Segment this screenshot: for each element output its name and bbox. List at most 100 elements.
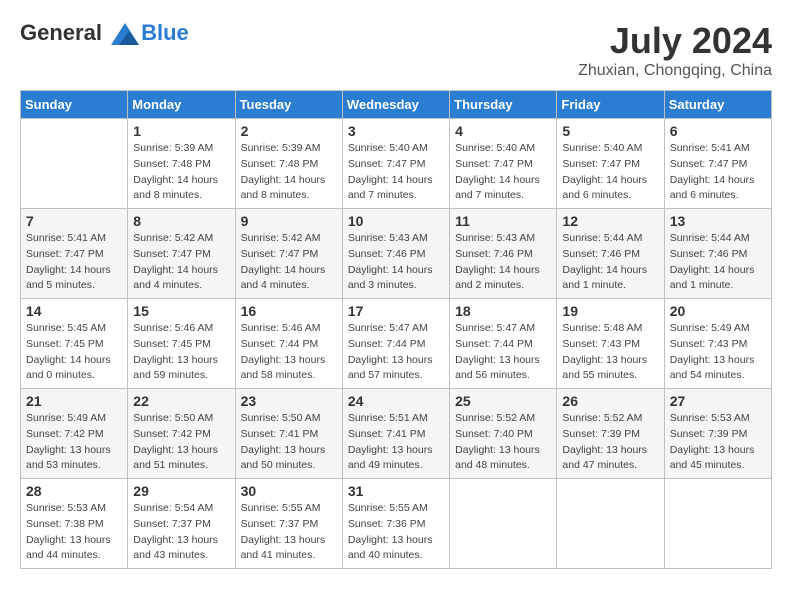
day-info: Sunrise: 5:40 AM Sunset: 7:47 PM Dayligh… [455, 141, 551, 204]
daylight: Daylight: 14 hours and 2 minutes. [455, 263, 551, 295]
sunrise: Sunrise: 5:51 AM [348, 411, 444, 427]
day-number: 15 [133, 303, 229, 319]
sunrise: Sunrise: 5:41 AM [26, 231, 122, 247]
sunset: Sunset: 7:46 PM [562, 247, 658, 263]
sunset: Sunset: 7:44 PM [241, 337, 337, 353]
header-thursday: Thursday [450, 91, 557, 119]
day-number: 13 [670, 213, 766, 229]
day-info: Sunrise: 5:46 AM Sunset: 7:44 PM Dayligh… [241, 321, 337, 384]
sunset: Sunset: 7:48 PM [241, 157, 337, 173]
sunrise: Sunrise: 5:53 AM [670, 411, 766, 427]
sunrise: Sunrise: 5:40 AM [455, 141, 551, 157]
day-info: Sunrise: 5:42 AM Sunset: 7:47 PM Dayligh… [133, 231, 229, 294]
calendar-cell: 17 Sunrise: 5:47 AM Sunset: 7:44 PM Dayl… [342, 299, 449, 389]
sunset: Sunset: 7:39 PM [670, 427, 766, 443]
title-section: July 2024 Zhuxian, Chongqing, China [578, 20, 772, 80]
day-number: 3 [348, 123, 444, 139]
day-info: Sunrise: 5:39 AM Sunset: 7:48 PM Dayligh… [133, 141, 229, 204]
daylight: Daylight: 13 hours and 41 minutes. [241, 533, 337, 565]
calendar-week-5: 28 Sunrise: 5:53 AM Sunset: 7:38 PM Dayl… [21, 479, 772, 569]
daylight: Daylight: 13 hours and 50 minutes. [241, 443, 337, 475]
calendar-cell: 23 Sunrise: 5:50 AM Sunset: 7:41 PM Dayl… [235, 389, 342, 479]
calendar-cell: 2 Sunrise: 5:39 AM Sunset: 7:48 PM Dayli… [235, 119, 342, 209]
sunrise: Sunrise: 5:46 AM [133, 321, 229, 337]
day-number: 9 [241, 213, 337, 229]
sunset: Sunset: 7:47 PM [133, 247, 229, 263]
daylight: Daylight: 13 hours and 48 minutes. [455, 443, 551, 475]
sunrise: Sunrise: 5:41 AM [670, 141, 766, 157]
day-info: Sunrise: 5:50 AM Sunset: 7:42 PM Dayligh… [133, 411, 229, 474]
daylight: Daylight: 13 hours and 53 minutes. [26, 443, 122, 475]
calendar-week-2: 7 Sunrise: 5:41 AM Sunset: 7:47 PM Dayli… [21, 209, 772, 299]
daylight: Daylight: 14 hours and 6 minutes. [670, 173, 766, 205]
day-number: 12 [562, 213, 658, 229]
day-number: 10 [348, 213, 444, 229]
day-number: 29 [133, 483, 229, 499]
day-number: 1 [133, 123, 229, 139]
sunset: Sunset: 7:36 PM [348, 517, 444, 533]
day-info: Sunrise: 5:39 AM Sunset: 7:48 PM Dayligh… [241, 141, 337, 204]
calendar-cell: 10 Sunrise: 5:43 AM Sunset: 7:46 PM Dayl… [342, 209, 449, 299]
day-number: 22 [133, 393, 229, 409]
sunrise: Sunrise: 5:46 AM [241, 321, 337, 337]
sunset: Sunset: 7:47 PM [670, 157, 766, 173]
day-number: 23 [241, 393, 337, 409]
calendar-cell: 22 Sunrise: 5:50 AM Sunset: 7:42 PM Dayl… [128, 389, 235, 479]
sunset: Sunset: 7:43 PM [670, 337, 766, 353]
sunset: Sunset: 7:47 PM [455, 157, 551, 173]
daylight: Daylight: 14 hours and 4 minutes. [133, 263, 229, 295]
sunrise: Sunrise: 5:39 AM [133, 141, 229, 157]
daylight: Daylight: 13 hours and 43 minutes. [133, 533, 229, 565]
sunset: Sunset: 7:48 PM [133, 157, 229, 173]
calendar-cell: 25 Sunrise: 5:52 AM Sunset: 7:40 PM Dayl… [450, 389, 557, 479]
calendar-week-3: 14 Sunrise: 5:45 AM Sunset: 7:45 PM Dayl… [21, 299, 772, 389]
day-number: 30 [241, 483, 337, 499]
sunrise: Sunrise: 5:49 AM [670, 321, 766, 337]
sunset: Sunset: 7:45 PM [133, 337, 229, 353]
day-number: 14 [26, 303, 122, 319]
sunrise: Sunrise: 5:55 AM [348, 501, 444, 517]
day-number: 24 [348, 393, 444, 409]
sunset: Sunset: 7:37 PM [241, 517, 337, 533]
sunset: Sunset: 7:47 PM [562, 157, 658, 173]
sunset: Sunset: 7:42 PM [26, 427, 122, 443]
day-info: Sunrise: 5:43 AM Sunset: 7:46 PM Dayligh… [455, 231, 551, 294]
calendar-cell: 16 Sunrise: 5:46 AM Sunset: 7:44 PM Dayl… [235, 299, 342, 389]
day-info: Sunrise: 5:43 AM Sunset: 7:46 PM Dayligh… [348, 231, 444, 294]
daylight: Daylight: 14 hours and 7 minutes. [348, 173, 444, 205]
day-number: 6 [670, 123, 766, 139]
day-info: Sunrise: 5:47 AM Sunset: 7:44 PM Dayligh… [348, 321, 444, 384]
logo-general: General [20, 20, 102, 45]
calendar-cell: 29 Sunrise: 5:54 AM Sunset: 7:37 PM Dayl… [128, 479, 235, 569]
header-tuesday: Tuesday [235, 91, 342, 119]
sunrise: Sunrise: 5:47 AM [455, 321, 551, 337]
page-header: General Blue July 2024 Zhuxian, Chongqin… [20, 20, 772, 80]
sunrise: Sunrise: 5:54 AM [133, 501, 229, 517]
sunrise: Sunrise: 5:40 AM [348, 141, 444, 157]
calendar-cell: 30 Sunrise: 5:55 AM Sunset: 7:37 PM Dayl… [235, 479, 342, 569]
day-number: 11 [455, 213, 551, 229]
day-info: Sunrise: 5:53 AM Sunset: 7:38 PM Dayligh… [26, 501, 122, 564]
calendar-cell: 7 Sunrise: 5:41 AM Sunset: 7:47 PM Dayli… [21, 209, 128, 299]
sunset: Sunset: 7:44 PM [455, 337, 551, 353]
sunrise: Sunrise: 5:45 AM [26, 321, 122, 337]
calendar-cell [664, 479, 771, 569]
header-friday: Friday [557, 91, 664, 119]
sunset: Sunset: 7:46 PM [455, 247, 551, 263]
day-number: 5 [562, 123, 658, 139]
daylight: Daylight: 13 hours and 54 minutes. [670, 353, 766, 385]
day-number: 8 [133, 213, 229, 229]
day-info: Sunrise: 5:45 AM Sunset: 7:45 PM Dayligh… [26, 321, 122, 384]
daylight: Daylight: 13 hours and 45 minutes. [670, 443, 766, 475]
day-number: 17 [348, 303, 444, 319]
sunset: Sunset: 7:47 PM [26, 247, 122, 263]
header-monday: Monday [128, 91, 235, 119]
daylight: Daylight: 13 hours and 47 minutes. [562, 443, 658, 475]
calendar-cell: 15 Sunrise: 5:46 AM Sunset: 7:45 PM Dayl… [128, 299, 235, 389]
sunrise: Sunrise: 5:52 AM [562, 411, 658, 427]
daylight: Daylight: 13 hours and 56 minutes. [455, 353, 551, 385]
daylight: Daylight: 14 hours and 8 minutes. [133, 173, 229, 205]
calendar-cell: 4 Sunrise: 5:40 AM Sunset: 7:47 PM Dayli… [450, 119, 557, 209]
sunrise: Sunrise: 5:39 AM [241, 141, 337, 157]
day-info: Sunrise: 5:40 AM Sunset: 7:47 PM Dayligh… [348, 141, 444, 204]
